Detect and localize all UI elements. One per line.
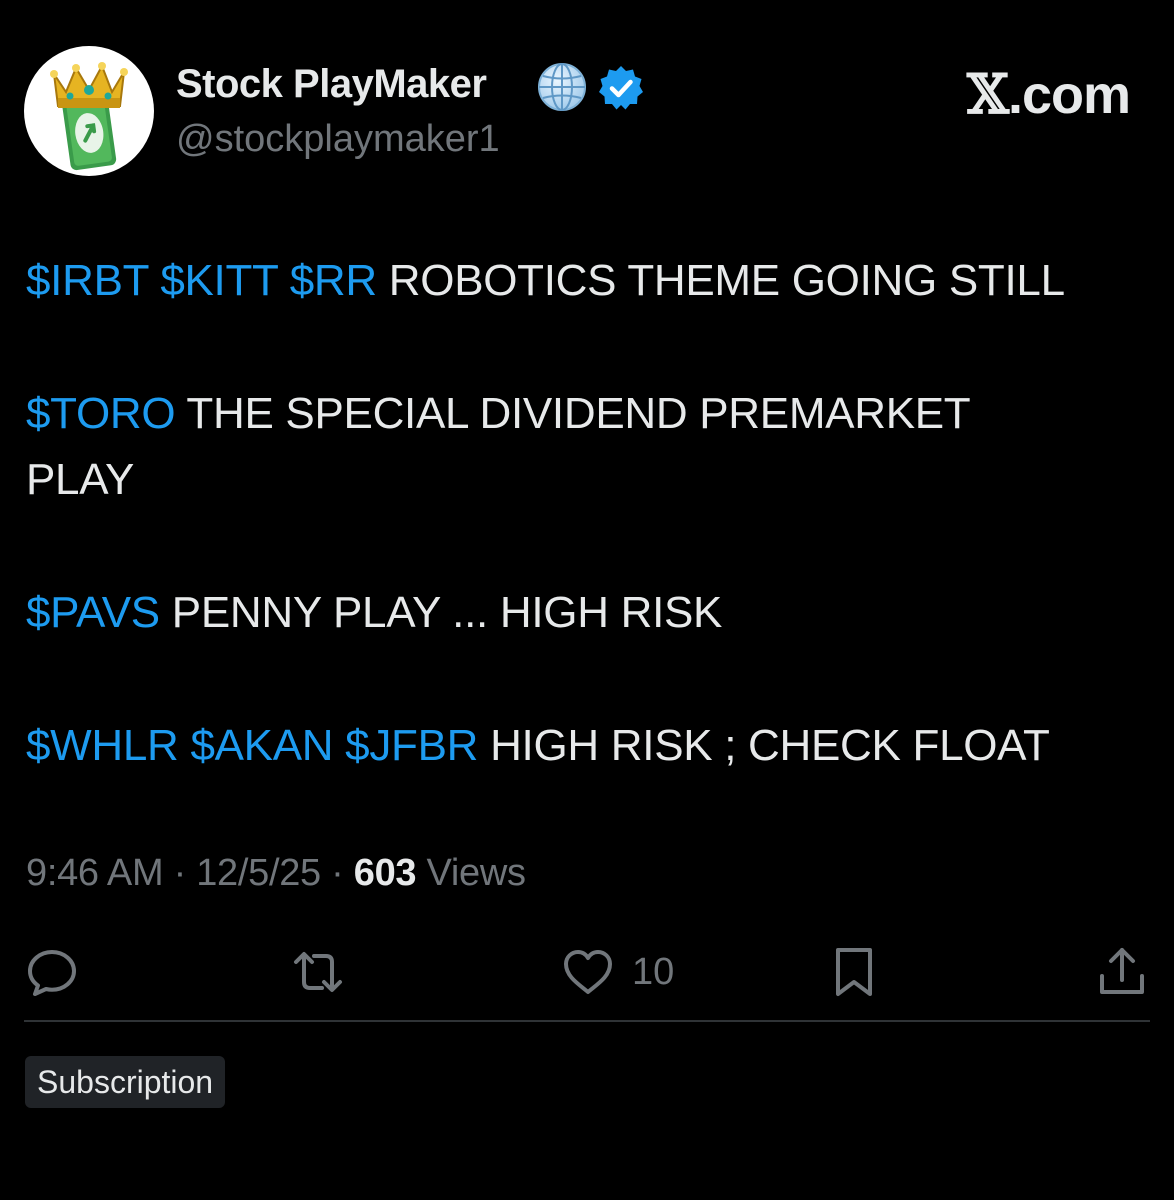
brand-domain: .com: [1007, 65, 1131, 125]
cashtag-links[interactable]: $IRBT $KITT $RR: [26, 256, 377, 305]
avatar[interactable]: [24, 46, 154, 176]
share-icon: [1100, 948, 1144, 994]
post-text-line: PLAY: [26, 447, 134, 513]
post-meta: 9:46 AM · 12/5/25 · 603 Views: [26, 852, 526, 895]
bookmark-button[interactable]: [826, 942, 882, 1002]
post-text: PLAY: [26, 455, 135, 504]
post-time[interactable]: 9:46 AM: [26, 852, 164, 894]
post-text: PENNY PLAY ... HIGH RISK: [159, 588, 723, 637]
post-text-line: $IRBT $KITT $RR ROBOTICS THEME GOING STI…: [26, 248, 1065, 314]
globe-icon: [536, 61, 588, 113]
post-text: THE SPECIAL DIVIDEND PREMARKET: [175, 389, 971, 438]
divider: [24, 1020, 1150, 1022]
subscription-badge[interactable]: Subscription: [25, 1056, 226, 1108]
speech-bubble-icon: [28, 950, 76, 996]
like-button[interactable]: 10: [560, 942, 674, 1002]
heart-icon: [564, 950, 612, 994]
like-count: 10: [632, 950, 675, 993]
cashtag-links[interactable]: $WHLR $AKAN $JFBR: [26, 721, 478, 770]
cashtag-links[interactable]: $TORO: [26, 389, 176, 438]
views-label: Views: [416, 852, 526, 894]
cashtag-links[interactable]: $PAVS: [26, 588, 160, 637]
verified-badge-icon[interactable]: [597, 64, 645, 112]
reply-button[interactable]: [24, 942, 80, 1002]
x-logo-icon: 𝕏: [967, 62, 1009, 126]
repost-button[interactable]: [290, 942, 346, 1002]
repost-arrows-icon: [294, 952, 342, 992]
author-handle[interactable]: @stockplaymaker1: [176, 118, 500, 161]
post-text: ROBOTICS THEME GOING STILL: [376, 256, 1065, 305]
post-date[interactable]: 12/5/25: [196, 852, 321, 894]
brand-logo: 𝕏.com: [967, 62, 1131, 126]
meta-separator: ·: [163, 852, 197, 894]
bookmark-icon: [836, 948, 872, 996]
post-text: HIGH RISK ; CHECK FLOAT: [478, 721, 1050, 770]
post-text-line: $WHLR $AKAN $JFBR HIGH RISK ; CHECK FLOA…: [26, 713, 1050, 779]
share-button[interactable]: [1094, 942, 1150, 1002]
post-text-line: $TORO THE SPECIAL DIVIDEND PREMARKET: [26, 381, 971, 447]
author-display-name[interactable]: Stock PlayMaker: [176, 62, 487, 107]
post-text-line: $PAVS PENNY PLAY ... HIGH RISK: [26, 580, 722, 646]
meta-separator: ·: [320, 852, 354, 894]
views-count: 603: [353, 852, 417, 894]
